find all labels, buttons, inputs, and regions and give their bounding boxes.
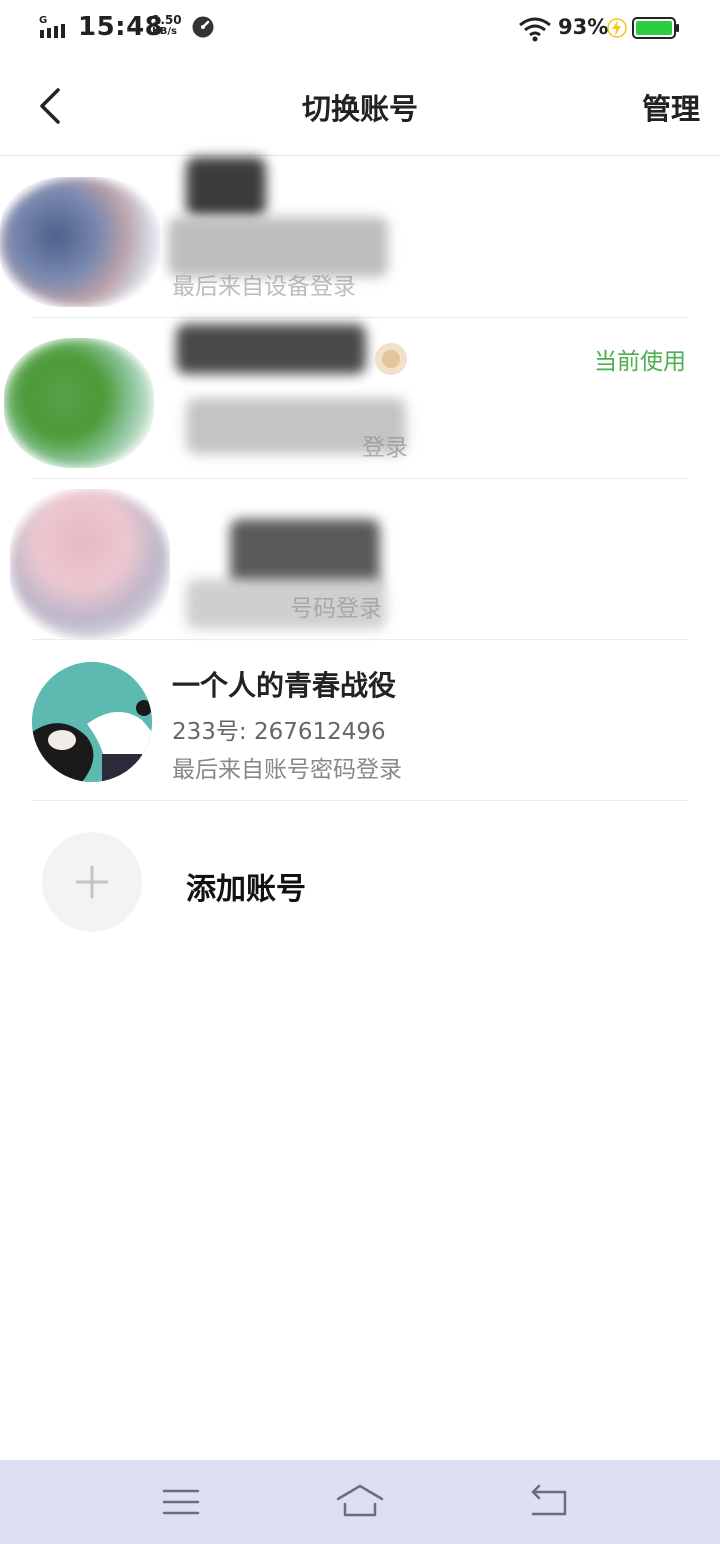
menu-icon (162, 1489, 200, 1515)
battery-icon (632, 17, 679, 39)
wifi-icon (519, 17, 551, 42)
add-account-button[interactable]: 添加账号 (0, 800, 720, 960)
system-nav-bar (0, 1460, 720, 1544)
svg-text:G: G (39, 15, 47, 26)
battery-percent: 93% (558, 15, 609, 39)
avatar (32, 662, 152, 782)
avatar (10, 489, 170, 639)
charging-icon (607, 18, 627, 38)
account-id: 233号: 267612496 (172, 719, 386, 745)
avatar (4, 338, 154, 468)
account-list: 最后来自设备登录 登录 当前使用 号码登录 一个人的青春战役 233号: 267… (0, 157, 720, 801)
avatar (0, 177, 160, 307)
plus-icon (75, 865, 109, 899)
blurred-name (176, 324, 366, 374)
manage-button[interactable]: 管理 (642, 86, 700, 128)
page-title: 切换账号 (301, 92, 418, 126)
signal-icon: G (39, 15, 65, 38)
header: 切换账号 管理 (0, 58, 720, 156)
back-system-button[interactable] (524, 1482, 574, 1522)
return-icon (531, 1484, 567, 1516)
network-speed: 1.50 KB/s (152, 14, 182, 38)
speed-unit: KB/s (152, 26, 177, 37)
add-account-circle (42, 832, 142, 932)
speed-value: 1.50 (152, 13, 182, 27)
status-bar: G 15:48 1.50 KB/s 93% (0, 0, 720, 58)
home-button[interactable] (335, 1482, 385, 1522)
account-item[interactable]: 号码登录 (0, 479, 720, 640)
current-account-badge: 当前使用 (594, 349, 686, 375)
menu-button[interactable] (156, 1482, 206, 1522)
home-icon (336, 1484, 384, 1517)
account-item[interactable]: 一个人的青春战役 233号: 267612496 最后来自账号密码登录 (0, 640, 720, 801)
clock-time: 15:48 (78, 12, 164, 42)
speedometer-icon (192, 16, 214, 38)
account-item[interactable]: 登录 当前使用 (0, 318, 720, 479)
account-login-source: 最后来自账号密码登录 (172, 757, 402, 783)
account-login-source: 登录 (362, 435, 408, 461)
account-login-source: 号码登录 (290, 596, 382, 622)
account-name: 一个人的青春战役 (172, 669, 397, 702)
blurred-name (186, 157, 266, 217)
account-item[interactable]: 最后来自设备登录 (0, 157, 720, 318)
add-account-label: 添加账号 (186, 872, 306, 907)
avatar-thumbnail-icon (375, 343, 407, 375)
account-login-source: 最后来自设备登录 (172, 274, 356, 300)
avatar-image (32, 662, 152, 782)
